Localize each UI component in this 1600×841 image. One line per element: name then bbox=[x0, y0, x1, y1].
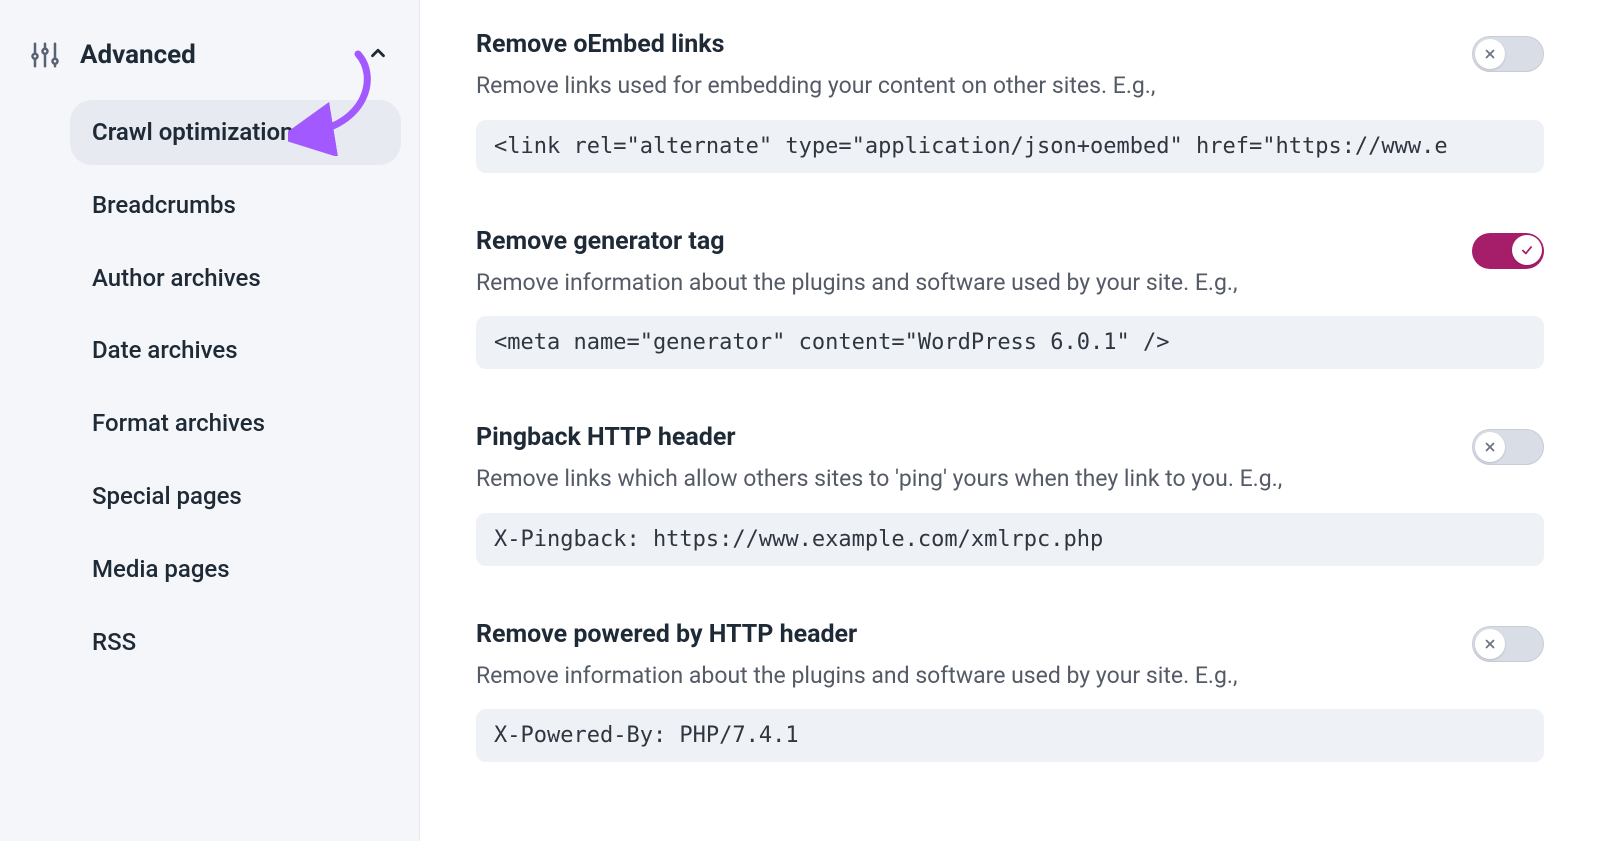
setting-desc: Remove links which allow others sites to… bbox=[476, 462, 1472, 497]
sidebar-item-label: Date archives bbox=[92, 336, 238, 364]
setting-remove-powered-by-http-header: Remove powered by HTTP header Remove inf… bbox=[476, 620, 1544, 763]
setting-title: Pingback HTTP header bbox=[476, 423, 1472, 452]
sidebar-item-label: Crawl optimization bbox=[92, 118, 294, 146]
main-content: Remove oEmbed links Remove links used fo… bbox=[420, 0, 1600, 841]
toggle-remove-oembed-links[interactable] bbox=[1472, 36, 1544, 72]
sidebar-item-label: Author archives bbox=[92, 264, 261, 292]
sidebar-list: Crawl optimization Breadcrumbs Author ar… bbox=[18, 100, 401, 674]
toggle-remove-generator-tag[interactable] bbox=[1472, 233, 1544, 269]
sidebar-item-label: Media pages bbox=[92, 555, 230, 583]
chevron-up-icon[interactable] bbox=[367, 42, 389, 64]
toggle-remove-powered-by-http-header[interactable] bbox=[1472, 626, 1544, 662]
sidebar-item-rss[interactable]: RSS bbox=[70, 610, 401, 675]
setting-remove-generator-tag: Remove generator tag Remove information … bbox=[476, 227, 1544, 370]
sidebar: Advanced Crawl optimization Breadcrumbs … bbox=[0, 0, 420, 841]
toggle-pingback-http-header[interactable] bbox=[1472, 429, 1544, 465]
sliders-icon bbox=[30, 40, 60, 70]
code-example: <link rel="alternate" type="application/… bbox=[476, 120, 1544, 173]
sidebar-item-label: Special pages bbox=[92, 482, 242, 510]
sidebar-header[interactable]: Advanced bbox=[18, 28, 401, 88]
code-example: X-Powered-By: PHP/7.4.1 bbox=[476, 709, 1544, 762]
sidebar-item-media-pages[interactable]: Media pages bbox=[70, 537, 401, 602]
code-example: <meta name="generator" content="WordPres… bbox=[476, 316, 1544, 369]
setting-title: Remove generator tag bbox=[476, 227, 1472, 256]
sidebar-item-crawl-optimization[interactable]: Crawl optimization bbox=[70, 100, 401, 165]
sidebar-item-breadcrumbs[interactable]: Breadcrumbs bbox=[70, 173, 401, 238]
setting-desc: Remove information about the plugins and… bbox=[476, 266, 1472, 301]
sidebar-item-special-pages[interactable]: Special pages bbox=[70, 464, 401, 529]
sidebar-item-label: Format archives bbox=[92, 409, 265, 437]
sidebar-item-label: Breadcrumbs bbox=[92, 191, 236, 219]
setting-remove-oembed-links: Remove oEmbed links Remove links used fo… bbox=[476, 30, 1544, 173]
sidebar-title: Advanced bbox=[80, 40, 196, 70]
sidebar-item-format-archives[interactable]: Format archives bbox=[70, 391, 401, 456]
setting-title: Remove powered by HTTP header bbox=[476, 620, 1472, 649]
setting-pingback-http-header: Pingback HTTP header Remove links which … bbox=[476, 423, 1544, 566]
sidebar-item-author-archives[interactable]: Author archives bbox=[70, 246, 401, 311]
setting-title: Remove oEmbed links bbox=[476, 30, 1472, 59]
code-example: X-Pingback: https://www.example.com/xmlr… bbox=[476, 513, 1544, 566]
sidebar-item-label: RSS bbox=[92, 628, 136, 656]
sidebar-item-date-archives[interactable]: Date archives bbox=[70, 318, 401, 383]
setting-desc: Remove links used for embedding your con… bbox=[476, 69, 1472, 104]
setting-desc: Remove information about the plugins and… bbox=[476, 659, 1472, 694]
